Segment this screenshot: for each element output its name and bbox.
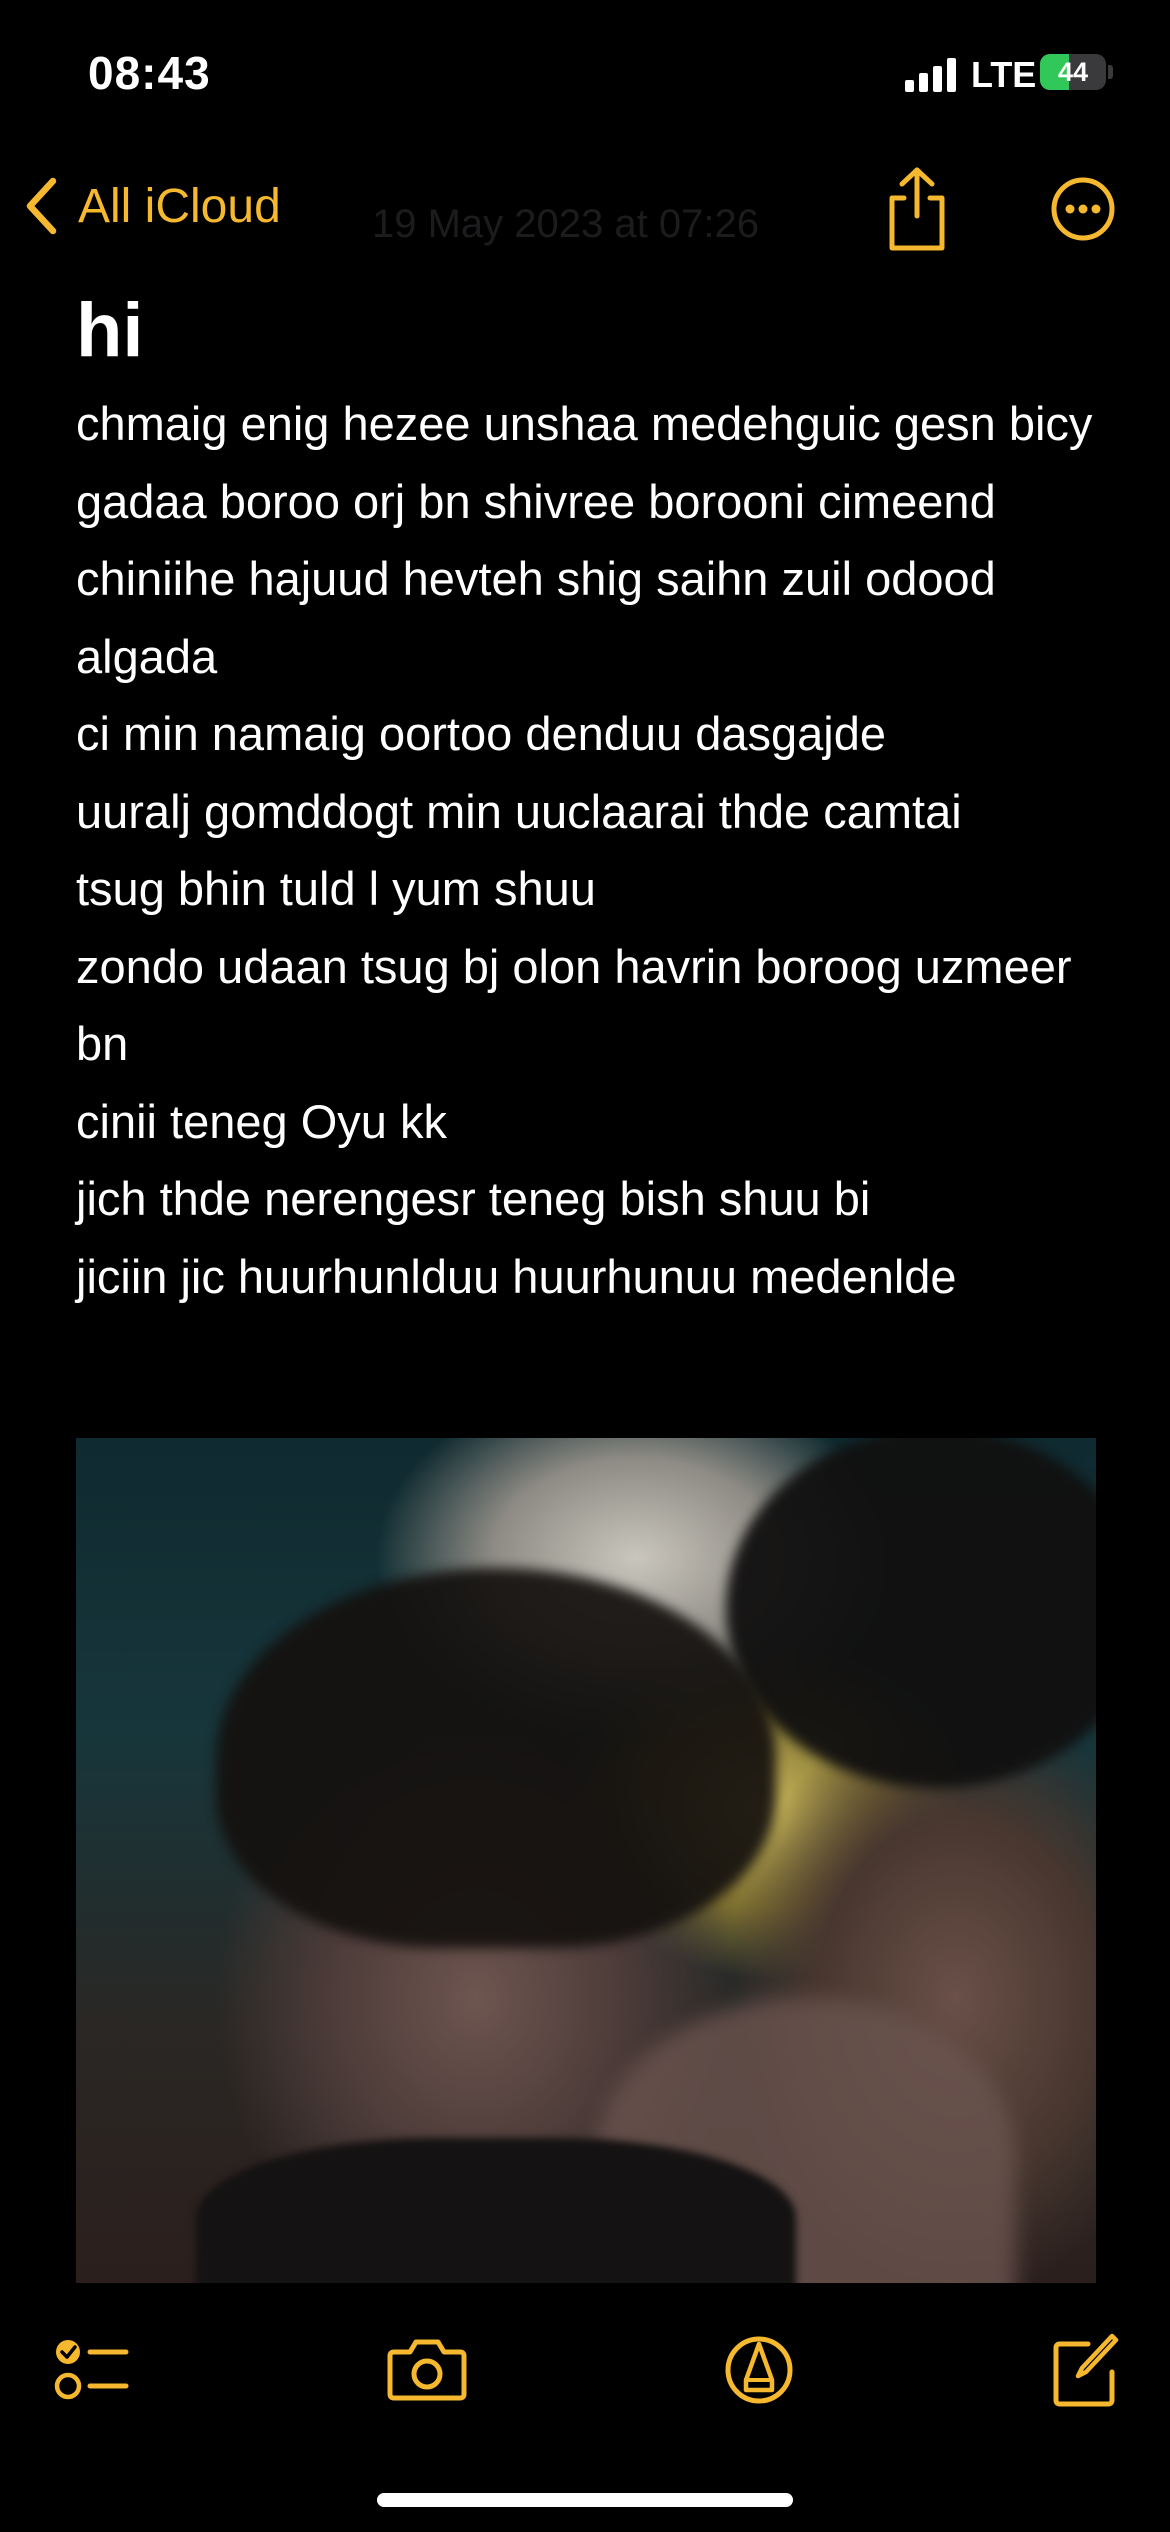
note-line[interactable]: chmaig enig hezee unshaa medehguic gesn … <box>76 385 1096 463</box>
note-line[interactable]: uuralj gomddogt min uuclaarai thde camta… <box>76 773 1096 851</box>
back-button-label: All iCloud <box>78 179 281 233</box>
photo-detail <box>726 1438 1096 1788</box>
photo-detail <box>216 1568 776 1948</box>
status-bar: 08:43 LTE 44 <box>0 0 1170 150</box>
note-line[interactable]: chiniihe hajuud hevteh shig saihn zuil o… <box>76 540 1096 695</box>
note-line[interactable]: zondo udaan tsug bj olon havrin boroog u… <box>76 928 1096 1083</box>
camera-icon <box>387 2339 467 2401</box>
compose-button[interactable] <box>1050 2330 1120 2410</box>
network-type: LTE <box>971 54 1037 95</box>
chevron-left-icon <box>26 177 57 235</box>
note-title[interactable]: hi <box>76 283 1096 379</box>
photo-detail <box>196 2138 796 2283</box>
note-body[interactable]: chmaig enig hezee unshaa medehguic gesn … <box>76 385 1096 1315</box>
checklist-icon <box>54 2340 129 2400</box>
markup-button[interactable] <box>724 2330 794 2410</box>
markup-pen-icon <box>725 2336 793 2404</box>
note-date: 19 May 2023 at 07:26 <box>372 202 759 246</box>
cellular-signal-icon <box>905 58 959 92</box>
share-icon <box>889 167 945 251</box>
more-button[interactable] <box>1050 176 1116 242</box>
status-time: 08:43 <box>88 47 211 99</box>
battery-level: 44 <box>1057 57 1089 87</box>
note-line[interactable]: ci min namaig oortoo denduu dasgajde <box>76 695 1096 773</box>
battery-icon: 44 <box>1040 54 1106 90</box>
camera-button[interactable] <box>386 2330 468 2410</box>
note-line[interactable]: jich thde nerengesr teneg bish shuu bi <box>76 1160 1096 1238</box>
note-content[interactable]: hi chmaig enig hezee unshaa medehguic ge… <box>76 283 1096 1315</box>
note-line[interactable]: tsug bhin tuld l yum shuu <box>76 850 1096 928</box>
note-line[interactable]: jiciin jic huurhunlduu huurhunuu medenld… <box>76 1238 1096 1316</box>
compose-icon <box>1053 2333 1119 2407</box>
home-indicator[interactable] <box>377 2493 793 2507</box>
back-button[interactable]: All iCloud <box>24 174 281 238</box>
battery-cap <box>1108 65 1113 79</box>
note-line[interactable]: cinii teneg Oyu kk <box>76 1083 1096 1161</box>
bottom-toolbar <box>0 2300 1170 2440</box>
navigation-bar: All iCloud 19 May 2023 at 07:26 <box>0 150 1170 270</box>
share-button[interactable] <box>882 164 952 254</box>
note-photo[interactable] <box>76 1438 1096 2283</box>
checklist-button[interactable] <box>52 2330 132 2410</box>
note-line[interactable]: gadaa boroo orj bn shivree borooni cimee… <box>76 463 1096 541</box>
ellipsis-circle-icon <box>1051 177 1115 241</box>
